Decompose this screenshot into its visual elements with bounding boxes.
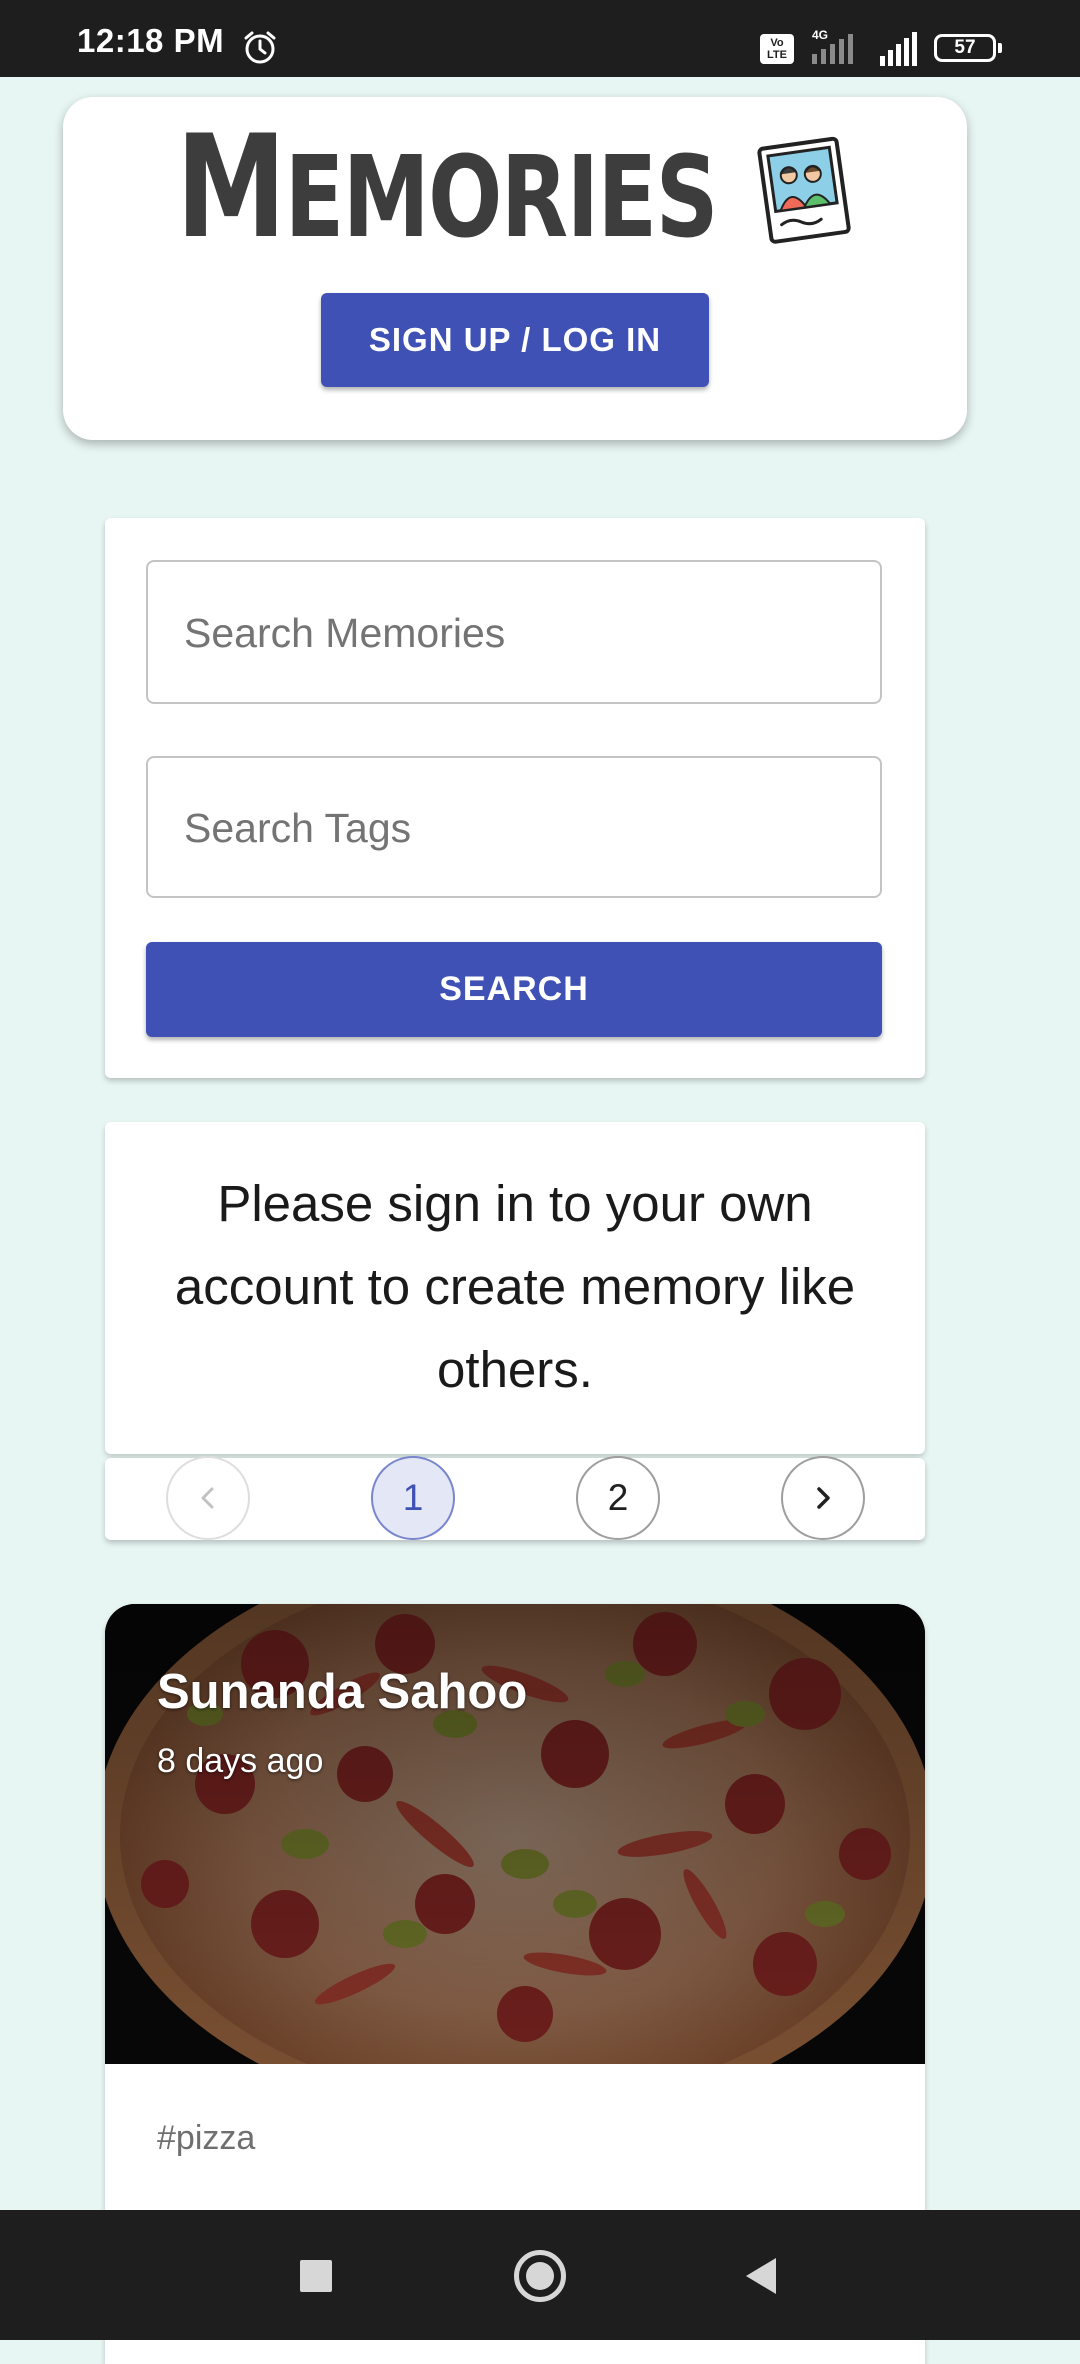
search-tags-input[interactable] [182, 758, 866, 898]
page-button-1[interactable]: 1 [371, 1456, 455, 1540]
network-label: 4G [812, 28, 828, 42]
previous-page-button[interactable] [166, 1456, 250, 1540]
pagination: 1 2 [105, 1456, 925, 1540]
signal-4g-icon: 4G [812, 28, 853, 64]
sign-in-prompt-text: Please sign in to your own account to cr… [174, 1175, 856, 1398]
status-bar: 12:18 PM Vo LTE 4G 57 [0, 0, 1080, 77]
chevron-right-icon [817, 1487, 830, 1509]
app-title-initial: M [176, 105, 286, 270]
post-tags: #pizza [157, 2119, 256, 2157]
signal-icon [880, 32, 917, 66]
sign-up-login-button[interactable]: SIGN UP / LOG IN [321, 293, 709, 387]
volte-icon: Vo LTE [760, 34, 794, 64]
chevron-left-icon [201, 1487, 214, 1509]
search-tags-field[interactable] [146, 756, 882, 898]
post-timestamp: 8 days ago [157, 1742, 324, 1780]
post-author: Sunanda Sahoo [157, 1665, 528, 1719]
next-page-button[interactable] [781, 1456, 865, 1540]
home-circle-icon[interactable] [514, 2250, 566, 2302]
search-card: SEARCH [105, 518, 925, 1078]
status-time: 12:18 PM [77, 22, 225, 59]
page-button-2[interactable]: 2 [576, 1456, 660, 1540]
post-image: Sunanda Sahoo 8 days ago [105, 1604, 925, 2064]
memories-photo-logo [757, 136, 851, 244]
back-triangle-icon[interactable] [742, 2256, 778, 2296]
app-header: MEMORIES SIGN UP / LOG IN [63, 97, 967, 440]
battery-icon: 57 [934, 34, 1002, 62]
search-memories-input[interactable] [182, 562, 866, 704]
search-button[interactable]: SEARCH [146, 942, 882, 1037]
sign-in-prompt-card: Please sign in to your own account to cr… [105, 1122, 925, 1454]
recents-square-icon[interactable] [300, 2260, 332, 2292]
search-memories-field[interactable] [146, 560, 882, 704]
app-title: MEMORIES [176, 117, 719, 259]
alarm-icon [244, 31, 276, 64]
app-title-rest: EMORIES [284, 133, 719, 263]
system-nav-bar [0, 2210, 1080, 2340]
